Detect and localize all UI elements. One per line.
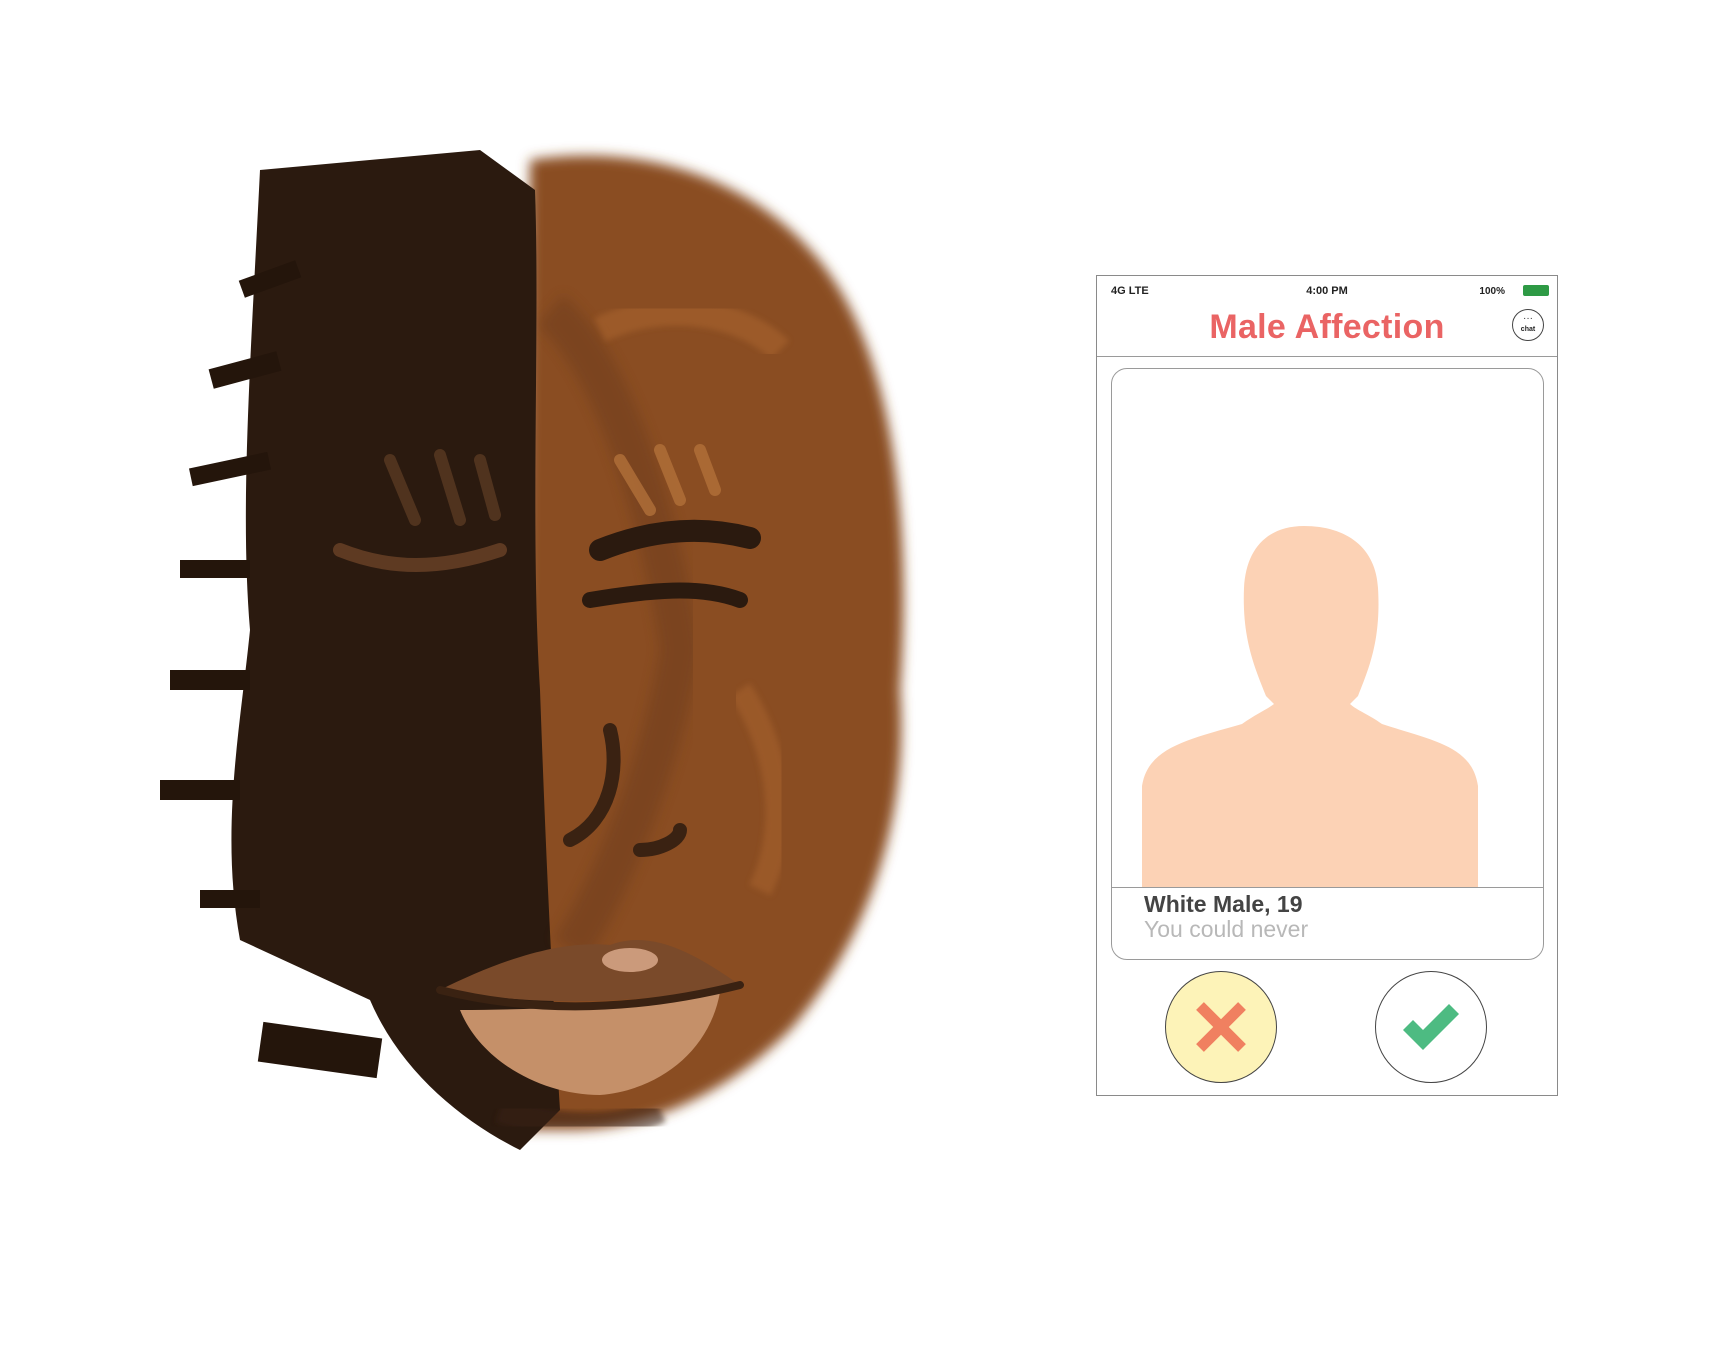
chat-label: chat <box>1520 326 1536 333</box>
battery-icon <box>1523 285 1549 296</box>
canvas: 4G LTE 4:00 PM 100% Male Affection ··· c… <box>0 0 1728 1368</box>
chat-bubble-icon: ··· <box>1523 313 1533 324</box>
person-silhouette-icon <box>1142 526 1478 888</box>
x-icon <box>1196 1002 1246 1052</box>
painted-face-artwork <box>160 150 904 1150</box>
chin-shadow <box>495 1097 666 1138</box>
chat-button[interactable]: ··· chat <box>1512 309 1544 341</box>
battery-label: 100% <box>1479 286 1505 297</box>
profile-tagline: You could never <box>1144 916 1309 942</box>
phone-mockup: 4G LTE 4:00 PM 100% Male Affection ··· c… <box>1096 275 1558 1096</box>
profile-name: White Male, 19 <box>1144 891 1303 917</box>
app-header: Male Affection ··· chat <box>1097 304 1557 357</box>
app-title: Male Affection <box>1209 308 1445 346</box>
accept-button[interactable] <box>1375 971 1487 1083</box>
profile-info: White Male, 19 You could never <box>1112 887 1543 959</box>
right-eyelid <box>582 582 748 608</box>
lip-highlight <box>602 948 658 972</box>
status-bar: 4G LTE 4:00 PM 100% <box>1097 276 1557 304</box>
profile-card[interactable]: White Male, 19 You could never <box>1111 368 1544 960</box>
reject-button[interactable] <box>1165 971 1277 1083</box>
checkmark-icon <box>1403 1004 1459 1050</box>
